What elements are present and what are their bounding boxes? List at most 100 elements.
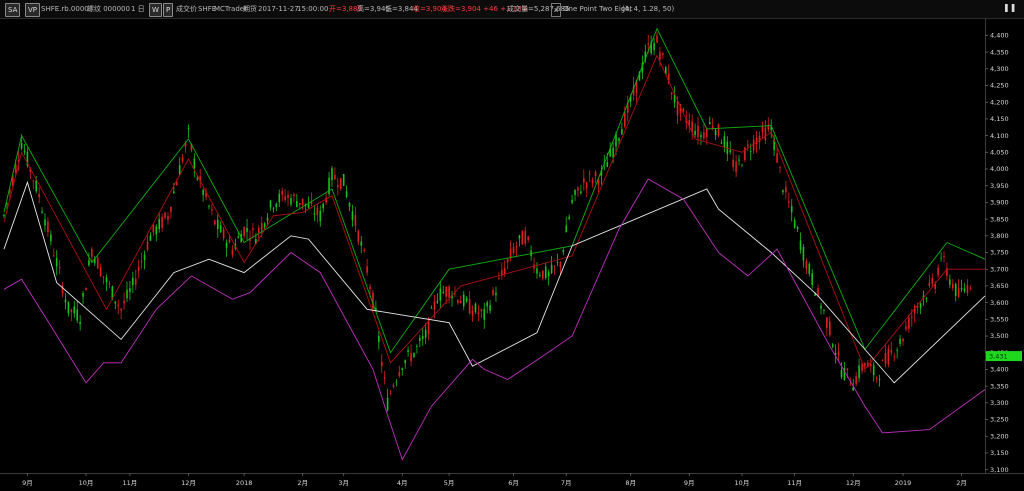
candle-body	[67, 301, 70, 314]
indicator-line-2	[3, 54, 985, 371]
price-tick-label: 4,200	[990, 98, 1009, 106]
candle-body	[893, 356, 896, 358]
candle-body	[457, 300, 459, 304]
date-tick-label: 11月	[787, 479, 802, 487]
candle-body	[700, 134, 702, 138]
candle-body	[553, 265, 556, 267]
candle-body	[260, 223, 263, 231]
candle-body	[269, 200, 272, 208]
candle-body	[102, 276, 105, 278]
date-tick-label: 2月	[297, 479, 308, 487]
candle-body	[547, 272, 550, 277]
price-tick-label: 3,800	[990, 232, 1009, 240]
candle-body	[574, 190, 576, 195]
candle-body	[474, 303, 477, 313]
price-tick-label: 3,100	[990, 466, 1009, 474]
candle-body	[407, 350, 409, 353]
candle-body	[518, 235, 521, 239]
price-chart[interactable]: 3,1003,1503,2003,2503,3003,3503,4003,450…	[0, 0, 1024, 491]
candle-body	[175, 182, 178, 186]
candle-body	[840, 369, 843, 378]
candle-body	[670, 92, 673, 94]
candle-body	[167, 216, 169, 220]
candle-body	[937, 267, 939, 276]
date-tick-label: 2019	[895, 479, 912, 487]
price-tick-label: 4,400	[990, 32, 1009, 40]
candle-body	[143, 254, 146, 260]
candle-body	[246, 227, 248, 232]
candle-body	[708, 122, 711, 124]
date-axis: 9月 10月 11月 12月 2018 2月 3月 4月 5月 6月 7月 8月 9月 10月 11月 12月…	[22, 473, 967, 487]
candle-body	[659, 52, 661, 60]
candle-body	[864, 362, 866, 367]
candle-body	[544, 266, 547, 279]
candle-body	[963, 288, 966, 292]
candle-body	[88, 260, 90, 266]
candle-body	[919, 303, 922, 308]
date-tick-label: 10月	[735, 479, 750, 487]
price-tick-label: 3,400	[990, 366, 1009, 374]
candle-body	[697, 125, 699, 138]
candle-body	[378, 335, 380, 342]
price-axis: 3,1003,1503,2003,2503,3003,3503,4003,450…	[985, 32, 1009, 474]
candle-body	[787, 201, 790, 203]
candle-body	[849, 384, 852, 386]
candle-body	[861, 363, 863, 371]
candle-body	[468, 298, 471, 314]
candle-body	[41, 211, 43, 213]
candle-body	[252, 228, 254, 230]
candle-body	[228, 239, 231, 243]
candle-body	[562, 250, 565, 253]
candle-body	[902, 338, 904, 342]
candle-body	[805, 260, 808, 269]
candle-body	[746, 144, 749, 147]
candle-body	[357, 230, 360, 243]
candle-body	[618, 138, 620, 142]
candle-body	[808, 263, 811, 274]
candle-body	[208, 205, 210, 207]
candle-body	[790, 206, 793, 213]
candle-body	[571, 199, 573, 203]
candle-body	[395, 381, 398, 383]
candle-body	[439, 288, 442, 301]
candle-body	[656, 35, 658, 43]
candle-body	[82, 293, 84, 297]
candle-body	[55, 258, 58, 267]
candle-body	[489, 305, 491, 311]
candle-body	[943, 255, 945, 257]
candle-body	[960, 287, 963, 290]
candle-body	[480, 309, 483, 312]
candle-body	[931, 277, 934, 284]
price-tick-label: 3,950	[990, 182, 1009, 190]
candle-body	[149, 235, 152, 241]
candle-body	[231, 249, 234, 255]
date-tick-label: 11月	[123, 479, 138, 487]
candle-body	[430, 307, 433, 309]
candle-body	[512, 247, 515, 254]
candle-body	[99, 267, 102, 277]
candle-body	[676, 101, 679, 116]
candle-body	[301, 198, 304, 206]
candle-body	[170, 206, 172, 212]
candle-body	[410, 353, 412, 362]
candle-body	[35, 180, 38, 192]
candle-body	[389, 393, 392, 395]
candle-body	[96, 257, 99, 269]
candle-body	[91, 249, 93, 257]
candle-body	[966, 285, 969, 293]
candle-body	[134, 278, 137, 285]
date-tick-label: 7月	[561, 479, 572, 487]
candle-body	[47, 221, 49, 233]
axis-frame	[0, 18, 1024, 474]
candle-body	[828, 321, 831, 336]
price-tick-label: 3,300	[990, 399, 1009, 407]
candle-body	[187, 128, 190, 130]
candle-body	[129, 288, 131, 292]
candle-body	[524, 230, 527, 244]
price-tick-label: 3,200	[990, 432, 1009, 440]
candle-body	[694, 130, 696, 135]
date-tick-label: 8月	[625, 479, 636, 487]
candle-body	[337, 185, 339, 188]
candle-body	[383, 377, 386, 379]
candle-body	[298, 202, 301, 205]
